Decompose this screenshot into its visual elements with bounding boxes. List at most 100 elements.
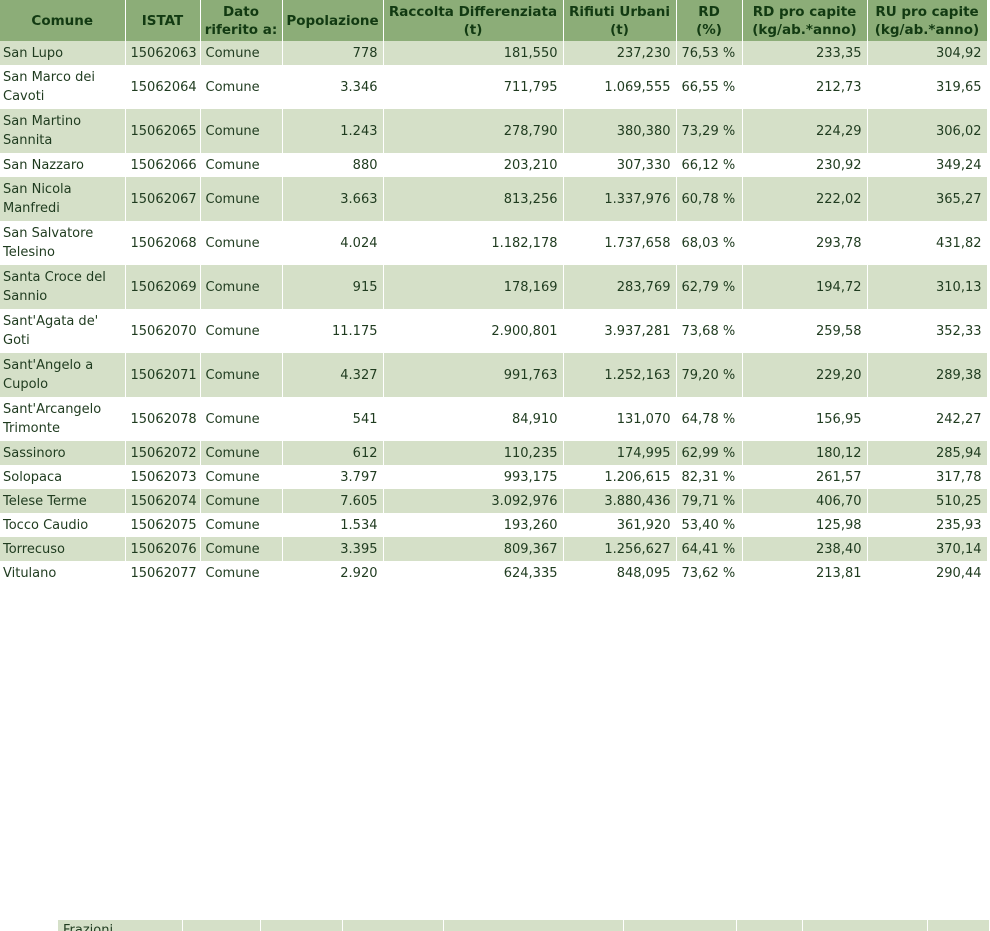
rd-pro-capite-cell: 212,73 — [742, 65, 868, 109]
rd-percent-cell: 73,29 % — [676, 109, 743, 153]
raccolta-differenziata-cell: 711,795 — [383, 65, 564, 109]
rd-pro-capite-cell: 222,02 — [742, 177, 868, 221]
rd-pro-capite-cell: 230,92 — [742, 153, 868, 177]
raccolta-differenziata-cell: 813,256 — [383, 177, 564, 221]
ru-pro-capite-cell: 289,38 — [867, 353, 988, 397]
rifiuti-urbani-cell: 1.252,163 — [563, 353, 677, 397]
istat-cell: 15062076 — [125, 537, 201, 561]
comune-name-line1: Sant'Arcangelo — [3, 402, 102, 417]
dato-cell: Comune — [200, 441, 283, 465]
table-body: San Lupo 15062063 Comune 778 181,550 237,230 7… — [0, 41, 988, 585]
table-row: Sant'Agata de' Goti 15062070 Comune 11.175 2.… — [0, 309, 988, 353]
rd-percent-cell: 73,68 % — [676, 309, 743, 353]
comune-name-line2: Cupolo — [3, 377, 49, 392]
rifiuti-urbani-cell: 1.069,555 — [563, 65, 677, 109]
popolazione-cell: 4.327 — [282, 353, 384, 397]
dato-cell: Comune — [200, 489, 283, 513]
dato-cell: Comune — [200, 397, 283, 441]
istat-cell: 15062075 — [125, 513, 201, 537]
rd-pro-capite-cell: 238,40 — [742, 537, 868, 561]
rd-percent-cell: 53,40 % — [676, 513, 743, 537]
header-rifiuti-urbani[interactable]: Rifiuti Urbani (t) — [563, 0, 677, 41]
raccolta-differenziata-cell: 993,175 — [383, 465, 564, 489]
table-row: Torrecuso 15062076 Comune 3.395 809,367 1.256… — [0, 537, 988, 561]
comune-name-line1: Telese Terme — [3, 493, 87, 509]
popolazione-cell: 3.346 — [282, 65, 384, 109]
comune-name-line1: Sant'Angelo a — [3, 358, 94, 373]
comune-name-line1: San Nazzaro — [3, 157, 84, 173]
ru-pro-capite-cell: 317,78 — [867, 465, 988, 489]
popolazione-cell: 3.797 — [282, 465, 384, 489]
table-row: San Nazzaro 15062066 Comune 880 203,210 307,3… — [0, 153, 988, 177]
rifiuti-urbani-cell: 237,230 — [563, 41, 677, 65]
table-row: Santa Croce del Sannio 15062069 Comune 915 17… — [0, 265, 988, 309]
rd-percent-cell: 68,03 % — [676, 221, 743, 265]
comune-cell: Vitulano — [0, 561, 126, 585]
comune-cell: San Marco dei Cavoti — [0, 65, 126, 109]
header-comune[interactable]: Comune — [0, 0, 126, 41]
comune-name-line1: Torrecuso — [3, 541, 65, 557]
table-row: Tocco Caudio 15062075 Comune 1.534 193,260 36… — [0, 513, 988, 537]
comune-name-line1: Solopaca — [3, 469, 63, 485]
header-istat[interactable]: ISTAT — [125, 0, 201, 41]
header-ru-pro-capite[interactable]: RU pro capite (kg/ab.*anno) — [867, 0, 988, 41]
comune-name-line1: Vitulano — [3, 565, 57, 581]
comune-name-line1: San Marco dei — [3, 70, 95, 85]
comune-cell: Sant'Angelo a Cupolo — [0, 353, 126, 397]
rd-percent-cell: 64,78 % — [676, 397, 743, 441]
rifiuti-urbani-cell: 283,769 — [563, 265, 677, 309]
raccolta-differenziata-cell: 178,169 — [383, 265, 564, 309]
ru-pro-capite-cell: 431,82 — [867, 221, 988, 265]
popolazione-cell: 11.175 — [282, 309, 384, 353]
istat-cell: 15062077 — [125, 561, 201, 585]
rd-percent-cell: 64,41 % — [676, 537, 743, 561]
header-dato-riferito[interactable]: Dato riferito a: — [200, 0, 283, 41]
istat-cell: 15062074 — [125, 489, 201, 513]
table-row: San Nicola Manfredi 15062067 Comune 3.663 813… — [0, 177, 988, 221]
ru-pro-capite-cell: 242,27 — [867, 397, 988, 441]
comune-name-line1: Santa Croce del — [3, 270, 106, 285]
istat-cell: 15062069 — [125, 265, 201, 309]
popolazione-cell: 612 — [282, 441, 384, 465]
rifiuti-urbani-cell: 1.737,658 — [563, 221, 677, 265]
rd-pro-capite-cell: 224,29 — [742, 109, 868, 153]
ru-pro-capite-cell: 306,02 — [867, 109, 988, 153]
popolazione-cell: 880 — [282, 153, 384, 177]
rd-pro-capite-cell: 194,72 — [742, 265, 868, 309]
header-raccolta-differenziata[interactable]: Raccolta Differenziata (t) — [383, 0, 564, 41]
comune-cell: Telese Terme — [0, 489, 126, 513]
header-row: Comune ISTAT Dato riferito a: Popolazione… — [0, 0, 988, 41]
dato-cell: Comune — [200, 109, 283, 153]
rd-pro-capite-cell: 261,57 — [742, 465, 868, 489]
rd-percent-cell: 79,71 % — [676, 489, 743, 513]
istat-cell: 15062068 — [125, 221, 201, 265]
table-row: San Martino Sannita 15062065 Comune 1.243 278… — [0, 109, 988, 153]
ru-pro-capite-cell: 352,33 — [867, 309, 988, 353]
dato-cell: Comune — [200, 41, 283, 65]
header-popolazione[interactable]: Popolazione — [282, 0, 384, 41]
rd-percent-cell: 76,53 % — [676, 41, 743, 65]
comune-cell: San Nicola Manfredi — [0, 177, 126, 221]
istat-cell: 15062064 — [125, 65, 201, 109]
comune-name-line1: San Nicola — [3, 182, 72, 197]
rd-pro-capite-cell: 213,81 — [742, 561, 868, 585]
comune-cell: Torrecuso — [0, 537, 126, 561]
istat-cell: 15062067 — [125, 177, 201, 221]
raccolta-differenziata-cell: 203,210 — [383, 153, 564, 177]
comune-name-line2: Cavoti — [3, 89, 45, 104]
table-row: San Marco dei Cavoti 15062064 Comune 3.346 71… — [0, 65, 988, 109]
rd-percent-cell: 62,79 % — [676, 265, 743, 309]
raccolta-differenziata-cell: 278,790 — [383, 109, 564, 153]
istat-cell: 15062071 — [125, 353, 201, 397]
table-row: Sant'Angelo a Cupolo 15062071 Comune 4.327 99… — [0, 353, 988, 397]
dato-cell: Comune — [200, 537, 283, 561]
table-row: San Salvatore Telesino 15062068 Comune 4.024… — [0, 221, 988, 265]
header-rd-pro-capite[interactable]: RD pro capite (kg/ab.*anno) — [742, 0, 868, 41]
table-row: San Lupo 15062063 Comune 778 181,550 237,230 7… — [0, 41, 988, 65]
header-rd-percent[interactable]: RD (%) — [676, 0, 743, 41]
popolazione-cell: 4.024 — [282, 221, 384, 265]
dato-cell: Comune — [200, 353, 283, 397]
comune-cell: Santa Croce del Sannio — [0, 265, 126, 309]
istat-cell: 15062065 — [125, 109, 201, 153]
rd-percent-cell: 66,55 % — [676, 65, 743, 109]
